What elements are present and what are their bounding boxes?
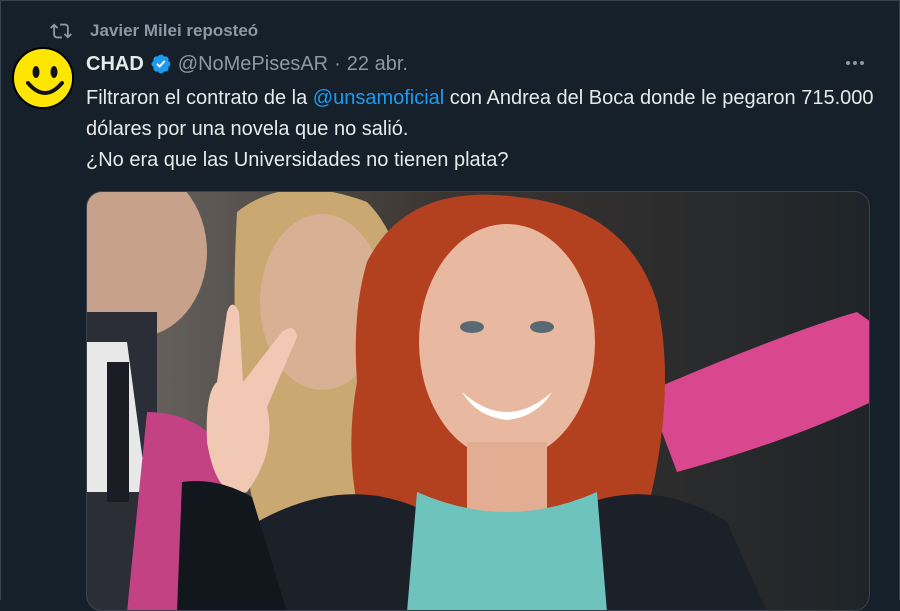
- tweet-header: CHAD @NoMePisesAR · 22 abr.: [86, 50, 408, 78]
- repost-icon: [50, 23, 72, 39]
- more-dot: [860, 61, 864, 65]
- user-handle[interactable]: @NoMePisesAR: [178, 53, 328, 76]
- mention-link[interactable]: @unsamoficial: [313, 87, 444, 109]
- tweet-date[interactable]: 22 abr.: [347, 53, 408, 76]
- separator-dot: ·: [334, 52, 341, 75]
- smiley-avatar[interactable]: [12, 47, 74, 109]
- verified-badge-icon[interactable]: [150, 53, 172, 75]
- tweet-text-part1: Filtraron el contrato de la: [86, 87, 313, 109]
- tweet-photo[interactable]: [86, 191, 870, 611]
- tweet[interactable]: Javier Milei reposteó CHAD @NoMePisesAR …: [0, 0, 900, 611]
- repost-text: Javier Milei reposteó: [90, 21, 259, 40]
- repost-indicator[interactable]: Javier Milei reposteó: [50, 18, 258, 44]
- more-dot: [846, 61, 850, 65]
- tweet-text-line3: ¿No era que las Universidades no tienen …: [86, 149, 509, 171]
- more-dot: [853, 61, 857, 65]
- photo-illustration: [87, 192, 869, 610]
- smiley-icon: [16, 51, 72, 107]
- tweet-text: Filtraron el contrato de la @unsamoficia…: [86, 83, 876, 176]
- more-options-icon[interactable]: [840, 52, 870, 74]
- display-name[interactable]: CHAD: [86, 53, 144, 76]
